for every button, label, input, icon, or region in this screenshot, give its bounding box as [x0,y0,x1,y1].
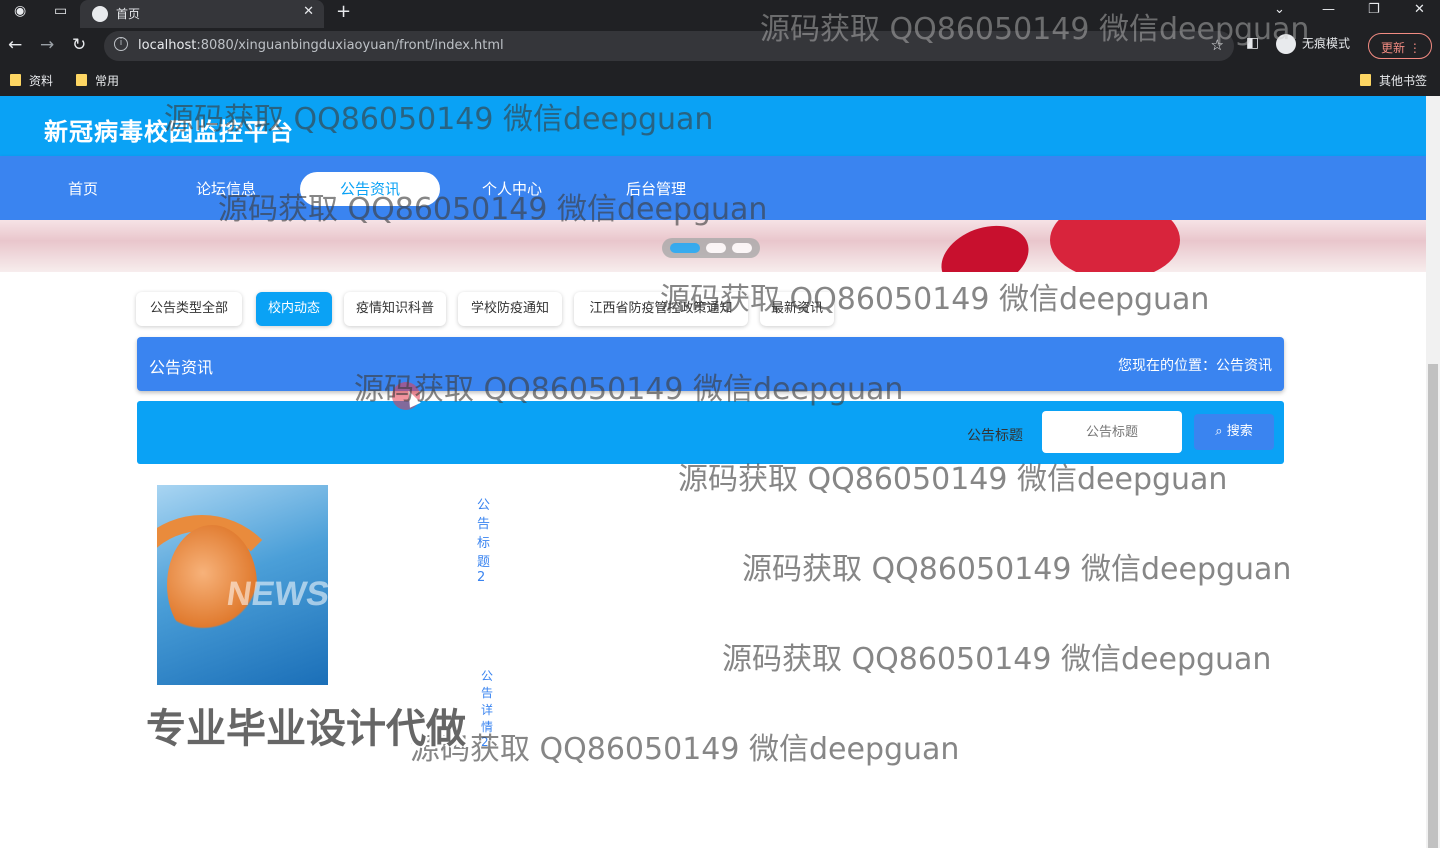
search-label: 公告标题 [967,428,1023,444]
carousel-dot[interactable] [706,243,726,253]
reload-icon[interactable]: ↻ [72,35,86,55]
carousel-dots [662,238,760,258]
breadcrumb: 您现在的位置：公告资讯 [1118,358,1272,374]
watermark: 源码获取 QQ86050149 微信deepguan [742,552,1292,587]
tab-title: 首页 [116,7,141,21]
carousel-dot-active[interactable] [670,243,700,253]
banner-petal [1050,220,1180,272]
restore-icon[interactable]: ❐ [1368,2,1380,17]
section-title: 公告资讯 [149,358,214,377]
search-button[interactable]: ⌕ 搜索 [1194,414,1274,450]
watermark-big: 专业毕业设计代做 [146,706,466,752]
watermark: 源码获取 QQ86050149 微信deepguan [410,732,960,767]
bookmark-folder[interactable]: 资料 [10,72,53,89]
minimize-icon[interactable]: — [1322,2,1335,17]
close-window-icon[interactable]: ✕ [1414,2,1425,17]
watermark: 源码获取 QQ86050149 微信deepguan [660,282,1210,317]
search-input[interactable] [1042,411,1182,453]
folder-icon [1360,74,1371,86]
site-info-icon[interactable]: i [114,37,128,51]
url-text[interactable]: localhost:8080/xinguanbingduxiaoyuan/fro… [138,38,504,53]
carousel-dot[interactable] [732,243,752,253]
filter-knowledge[interactable]: 疫情知识科普 [344,292,446,326]
close-tab-icon[interactable]: ✕ [303,4,314,19]
watermark: 源码获取 QQ86050149 微信deepguan [354,372,904,407]
search-icon: ⌕ [1215,424,1223,439]
page-viewport: 新冠病毒校园监控平台 首页 论坛信息 公告资讯 个人中心 后台管理 公告类型全部… [0,96,1440,848]
scrollbar-thumb[interactable] [1428,364,1438,848]
browser-menu-icon[interactable]: ◉ [14,3,26,19]
watermark: 源码获取 QQ86050149 微信deepguan [164,102,714,137]
browser-tab[interactable]: 首页 ✕ [80,0,324,28]
other-bookmarks[interactable]: 其他书签 [1360,72,1427,89]
watermark: 源码获取 QQ86050149 微信deepguan [678,462,1228,497]
filter-all[interactable]: 公告类型全部 [136,292,242,326]
news-title-link[interactable]: 公告标题2 [477,494,490,585]
watermark: 源码获取 QQ86050149 微信deepguan [760,12,1310,47]
back-icon[interactable]: ← [8,35,22,55]
bookmarks-bar: 资料 常用 其他书签 [0,64,1440,96]
bookmark-folder[interactable]: 常用 [76,72,119,89]
globe-icon [92,6,108,22]
watermark: 源码获取 QQ86050149 微信deepguan [722,642,1272,677]
filter-school-notice[interactable]: 学校防疫通知 [458,292,562,326]
new-tab-icon[interactable]: + [336,1,351,22]
news-thumbnail[interactable]: NEWS [157,485,328,685]
update-button[interactable]: 更新 ⋮ [1368,33,1432,59]
tab-search-icon[interactable]: ▭ [54,3,67,19]
filter-campus-news[interactable]: 校内动态 [256,292,332,326]
thumbnail-text: NEWS [224,575,328,613]
folder-icon [10,74,21,86]
watermark: 源码获取 QQ86050149 微信deepguan [218,192,768,227]
page-scrollbar[interactable] [1426,96,1440,848]
nav-home[interactable]: 首页 [68,178,98,199]
folder-icon [76,74,87,86]
forward-icon[interactable]: → [40,35,54,55]
banner-petal [932,220,1038,272]
